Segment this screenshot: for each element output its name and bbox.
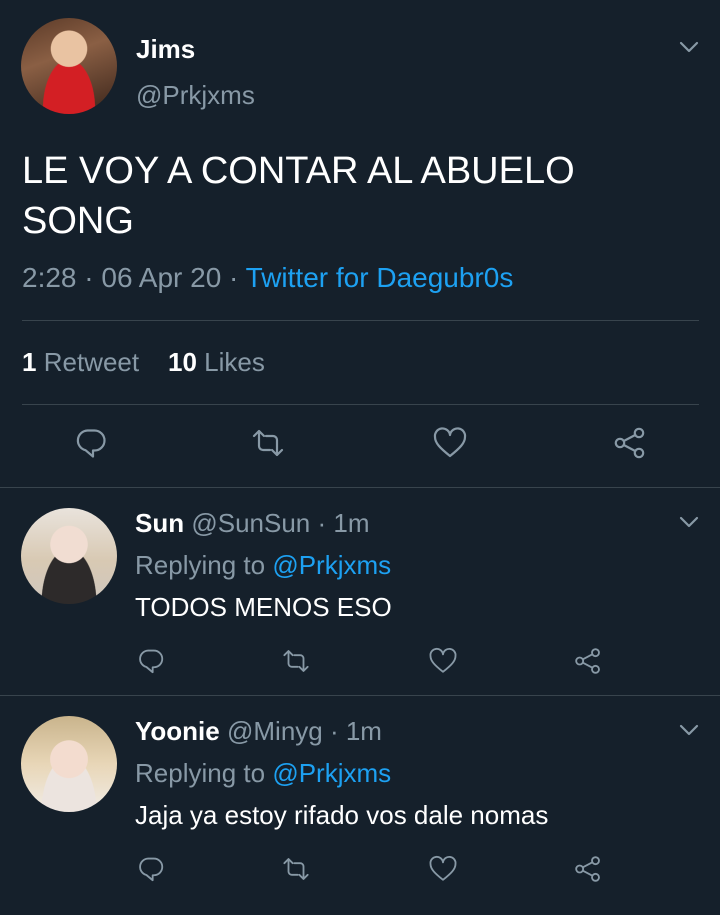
reply-header: Sun @SunSun · 1m xyxy=(135,508,370,539)
tweet-time: 2:28 xyxy=(22,262,77,293)
like-label: Likes xyxy=(204,347,265,377)
author-handle[interactable]: @Prkjxms xyxy=(136,80,255,111)
reply-icon[interactable] xyxy=(136,646,166,676)
reply-tweet[interactable]: Sun @SunSun · 1m Replying to @Prkjxms TO… xyxy=(0,488,720,695)
main-tweet: Jims @Prkjxms LE VOY A CONTAR AL ABUELO … xyxy=(0,0,720,488)
like-icon[interactable] xyxy=(428,646,458,676)
share-icon[interactable] xyxy=(573,854,603,884)
tweet-source-link[interactable]: Twitter for Daegubr0s xyxy=(246,262,514,293)
reply-actions xyxy=(0,646,720,686)
reply-actions xyxy=(0,854,720,894)
meta-separator: · xyxy=(229,262,239,293)
replying-prefix: Replying to xyxy=(135,758,266,788)
author-handle[interactable]: @Minyg xyxy=(227,716,323,746)
likes-stat[interactable]: 10 Likes xyxy=(168,347,265,377)
meta-separator: · xyxy=(84,262,94,293)
like-icon[interactable] xyxy=(432,425,468,461)
reply-text: TODOS MENOS ESO xyxy=(135,592,392,622)
divider xyxy=(22,404,699,405)
reply-header: Yoonie @Minyg · 1m xyxy=(135,716,382,747)
avatar[interactable] xyxy=(21,508,117,604)
like-icon[interactable] xyxy=(428,854,458,884)
author-handle[interactable]: @SunSun xyxy=(191,508,310,538)
share-icon[interactable] xyxy=(573,646,603,676)
reply-icon[interactable] xyxy=(73,425,109,461)
replying-prefix: Replying to xyxy=(135,550,266,580)
tweet-stats: 1 Retweet 10 Likes xyxy=(22,347,265,378)
reply-time: · 1m xyxy=(329,716,382,746)
retweets-stat[interactable]: 1 Retweet xyxy=(22,347,139,377)
reply-tweet[interactable]: Yoonie @Minyg · 1m Replying to @Prkjxms … xyxy=(0,696,720,915)
replying-to: Replying to @Prkjxms xyxy=(135,550,391,581)
replying-to: Replying to @Prkjxms xyxy=(135,758,391,789)
replying-to-link[interactable]: @Prkjxms xyxy=(272,758,391,788)
reply-time: · 1m xyxy=(317,508,370,538)
tweet-text: LE VOY A CONTAR AL ABUELO SONG xyxy=(22,150,575,242)
author-name[interactable]: Jims xyxy=(136,34,195,65)
tweet-meta: 2:28 · 06 Apr 20 · Twitter for Daegubr0s xyxy=(22,262,513,294)
chevron-down-icon[interactable] xyxy=(679,41,699,53)
replying-to-link[interactable]: @Prkjxms xyxy=(272,550,391,580)
tweet-date: 06 Apr 20 xyxy=(101,262,222,293)
chevron-down-icon[interactable] xyxy=(679,516,699,528)
author-name[interactable]: Sun xyxy=(135,508,184,538)
retweet-icon[interactable] xyxy=(250,425,286,461)
retweet-icon[interactable] xyxy=(281,646,311,676)
retweet-icon[interactable] xyxy=(281,854,311,884)
reply-text: Jaja ya estoy rifado vos dale nomas xyxy=(135,800,549,830)
like-count: 10 xyxy=(168,347,197,377)
retweet-count: 1 xyxy=(22,347,37,377)
reply-icon[interactable] xyxy=(136,854,166,884)
retweet-label: Retweet xyxy=(43,347,140,377)
chevron-down-icon[interactable] xyxy=(679,724,699,736)
author-name[interactable]: Yoonie xyxy=(135,716,220,746)
avatar[interactable] xyxy=(21,716,117,812)
tweet-actions xyxy=(0,425,720,465)
avatar[interactable] xyxy=(21,18,117,114)
share-icon[interactable] xyxy=(612,425,648,461)
divider xyxy=(22,320,699,321)
